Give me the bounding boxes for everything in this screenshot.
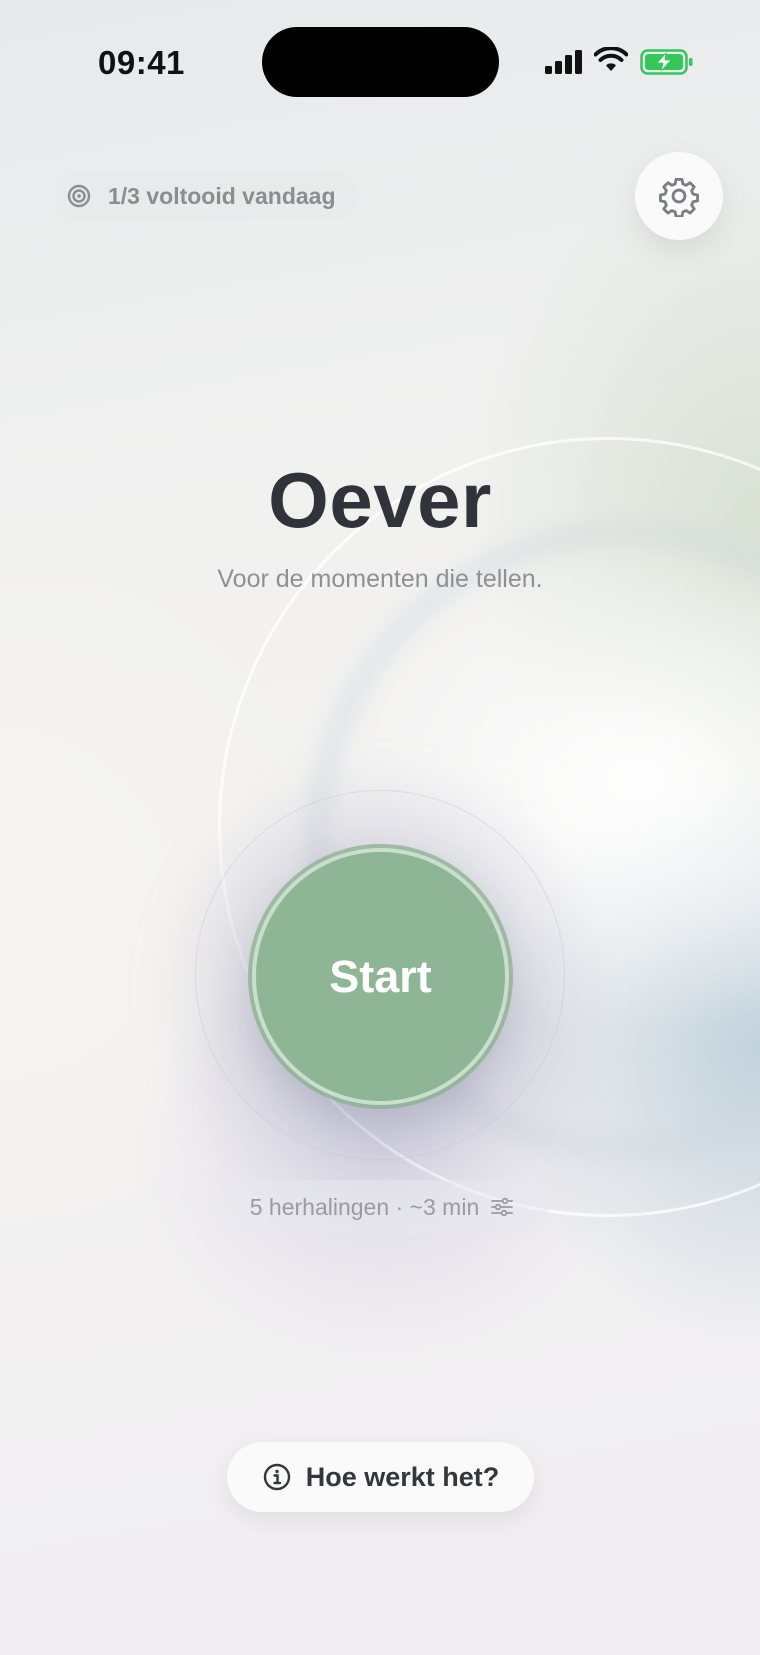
settings-button[interactable] — [635, 152, 723, 240]
battery-charging-icon — [640, 49, 693, 75]
start-button[interactable]: Start — [252, 848, 509, 1105]
app-subtitle: Voor de momenten die tellen. — [217, 565, 543, 593]
info-icon — [263, 1463, 290, 1491]
start-button-label: Start — [329, 950, 432, 1002]
gear-icon — [659, 177, 699, 217]
session-settings-pill[interactable]: 5 herhalingen · ~3 min — [214, 1180, 549, 1234]
dynamic-island — [262, 27, 499, 97]
how-it-works-button[interactable]: Hoe werkt het? — [227, 1442, 534, 1512]
status-time: 09:41 — [98, 44, 185, 81]
cellular-signal-icon — [545, 50, 582, 74]
session-settings-label: 5 herhalingen · ~3 min — [249, 1193, 480, 1220]
how-it-works-label: Hoe werkt het? — [305, 1461, 500, 1492]
daily-progress-label: 1/3 voltooid vandaag — [108, 182, 336, 209]
app-title: Oever — [268, 456, 492, 544]
status-bar: 09:41 — [0, 0, 760, 110]
daily-progress-pill: 1/3 voltooid vandaag — [56, 172, 358, 220]
sliders-icon — [491, 1197, 514, 1217]
target-icon — [67, 184, 91, 208]
wifi-icon — [594, 47, 628, 71]
